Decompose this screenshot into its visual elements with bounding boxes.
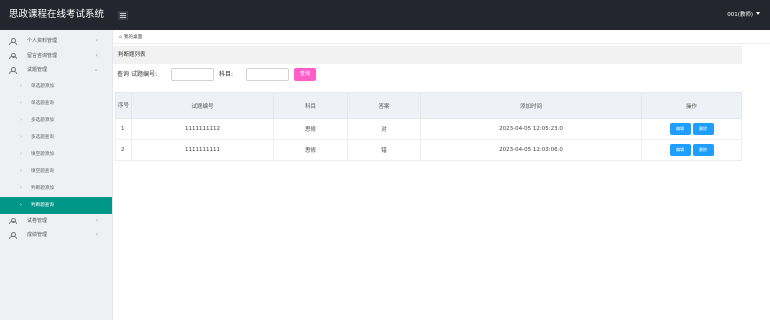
- page-title: 判断题列表: [113, 46, 742, 64]
- code-input[interactable]: [171, 68, 214, 81]
- sidebar-subitem-label: 填空题查询: [31, 168, 54, 174]
- chevron-left-icon: ‹: [95, 51, 98, 59]
- sidebar-subitem-single-query[interactable]: › 单选题查询: [0, 95, 112, 112]
- sidebar-subitem-label: 多选题查询: [31, 134, 54, 140]
- column-header: 序号: [115, 92, 132, 119]
- user-menu[interactable]: 001(教师): [727, 0, 760, 30]
- caret-down-icon: [756, 12, 760, 15]
- chevron-right-icon: ›: [20, 133, 22, 140]
- sidebar-subitem-fill-add[interactable]: › 填空题添加: [0, 146, 112, 163]
- person-icon: [9, 38, 17, 45]
- edit-button[interactable]: 编辑: [669, 144, 691, 156]
- sidebar-subitem-label: 判断题查询: [31, 202, 54, 208]
- top-bar: 思政课程在线考试系统 001(教师): [0, 0, 770, 30]
- delete-button[interactable]: 删除: [692, 123, 714, 135]
- sidebar-subitem-multi-query[interactable]: › 多选题查询: [0, 129, 112, 146]
- cell-seq: 1: [115, 118, 132, 140]
- tab-bar: ⌂ 我的桌面: [113, 30, 770, 44]
- person-icon: [9, 217, 17, 225]
- search-query-label: 查询: [117, 71, 130, 78]
- sidebar-item-profile[interactable]: 个人资料管理 ‹: [0, 34, 112, 49]
- cell-time: 2023-04-05 12:03:06.0: [420, 139, 642, 161]
- cell-actions: 编辑 删除: [641, 139, 742, 161]
- table-row: 2 1111111111 思修 错 2023-04-05 12:03:06.0 …: [115, 139, 742, 161]
- cell-code: 1111111112: [131, 118, 274, 140]
- app-title: 思政课程在线考试系统: [8, 9, 104, 20]
- sidebar-item-questions[interactable]: 试题管理 ‹: [0, 63, 112, 78]
- sidebar-subitem-single-add[interactable]: › 单选题添加: [0, 78, 112, 95]
- sidebar-subitem-label: 单选题查询: [31, 100, 54, 106]
- cell-answer: 对: [347, 118, 421, 140]
- column-header: 答案: [347, 92, 421, 119]
- chevron-left-icon: ‹: [95, 37, 98, 44]
- cell-subject: 思修: [273, 118, 348, 140]
- sidebar-subitem-label: 填空题添加: [31, 151, 54, 157]
- chevron-down-icon: ‹: [92, 69, 100, 72]
- tab-label: 我的桌面: [123, 35, 143, 40]
- column-header: 试题编号: [131, 92, 274, 119]
- home-icon: ⌂: [119, 35, 122, 40]
- sidebar-item-scores[interactable]: 成绩管理 ‹: [0, 228, 112, 243]
- chevron-right-icon: ›: [20, 167, 22, 174]
- sidebar-item-messages[interactable]: 留言咨询管理 ‹: [0, 49, 112, 64]
- code-label: 试题编号:: [131, 71, 158, 78]
- tab-desktop[interactable]: ⌂ 我的桌面: [119, 33, 142, 42]
- chevron-left-icon: ‹: [95, 216, 98, 224]
- questions-table: 序号 试题编号 科目 答案 添加时间 操作 1 1111111112 思修 对 …: [115, 92, 742, 161]
- cell-time: 2023-04-05 12:05:23.0: [420, 118, 642, 140]
- menu-toggle-icon[interactable]: [118, 11, 128, 20]
- sidebar-subitem-label: 判断题添加: [31, 185, 54, 191]
- sidebar-item-papers[interactable]: 试卷管理 ‹: [0, 214, 112, 229]
- sidebar-item-label: 个人资料管理: [27, 38, 58, 44]
- sidebar-subitem-fill-query[interactable]: › 填空题查询: [0, 163, 112, 180]
- sidebar-subitem-multi-add[interactable]: › 多选题添加: [0, 112, 112, 129]
- table-header-row: 序号 试题编号 科目 答案 添加时间 操作: [115, 92, 742, 119]
- sidebar-item-label: 留言咨询管理: [27, 52, 58, 59]
- user-name: 001(教师): [727, 12, 753, 18]
- sidebar-item-label: 成绩管理: [27, 232, 48, 238]
- sidebar-subitem-judge-query[interactable]: › 判断题查询: [0, 196, 112, 214]
- cell-seq: 2: [115, 139, 132, 161]
- subject-input[interactable]: [246, 68, 289, 81]
- chevron-right-icon: ›: [20, 201, 22, 208]
- sidebar-item-label: 试卷管理: [27, 217, 48, 224]
- chevron-right-icon: ›: [20, 99, 22, 106]
- cell-actions: 编辑 删除: [641, 118, 742, 140]
- column-header: 添加时间: [420, 92, 642, 119]
- subject-label: 科目:: [219, 71, 234, 78]
- person-icon: [9, 67, 17, 74]
- column-header: 科目: [273, 92, 348, 119]
- table-row: 1 1111111112 思修 对 2023-04-05 12:05:23.0 …: [115, 118, 742, 140]
- search-button[interactable]: 查询: [294, 68, 316, 81]
- cell-subject: 思修: [273, 139, 348, 161]
- edit-button[interactable]: 编辑: [669, 123, 691, 135]
- chevron-right-icon: ›: [20, 150, 22, 157]
- sidebar-subitem-label: 单选题添加: [31, 83, 54, 89]
- cell-code: 1111111111: [131, 139, 274, 161]
- sidebar-subitem-label: 多选题添加: [31, 117, 54, 123]
- sidebar-item-label: 试题管理: [27, 67, 48, 73]
- cell-answer: 错: [347, 139, 421, 161]
- person-icon: [9, 232, 17, 239]
- delete-button[interactable]: 删除: [692, 144, 714, 156]
- sidebar-subitem-judge-add[interactable]: › 判断题添加: [0, 180, 112, 197]
- chevron-right-icon: ›: [20, 116, 22, 123]
- sidebar: 个人资料管理 ‹ 留言咨询管理 ‹ 试题管理 ‹ › 单选题添加 › 单选题查询 ›…: [0, 30, 113, 320]
- chevron-left-icon: ‹: [95, 231, 98, 238]
- column-header: 操作: [641, 92, 742, 119]
- person-icon: [9, 52, 17, 60]
- chevron-right-icon: ›: [20, 82, 22, 89]
- chevron-right-icon: ›: [20, 184, 22, 191]
